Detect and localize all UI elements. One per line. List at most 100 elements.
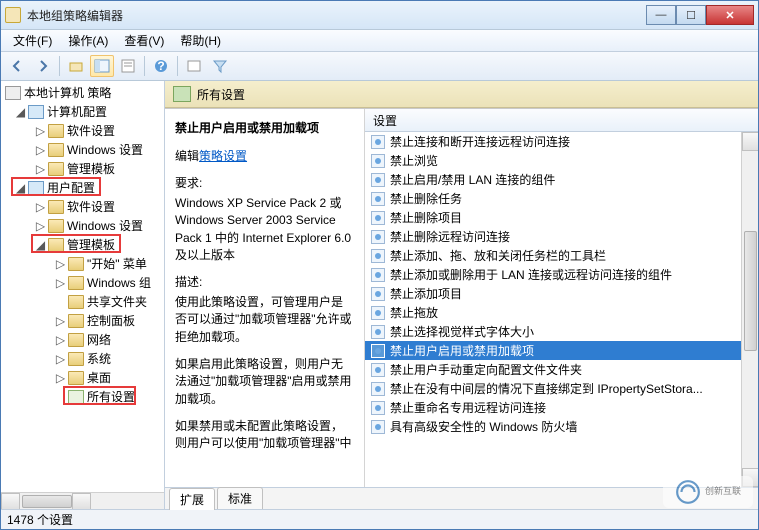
tree[interactable]: 本地计算机 策略 ◢ 计算机配置 ▷ 软件设置 ▷ Windows 设置 <box>1 81 164 509</box>
tree-uc-software[interactable]: ▷ 软件设置 <box>1 197 164 216</box>
list-item-label: 禁止浏览 <box>390 152 438 169</box>
menu-view[interactable]: 查看(V) <box>116 30 172 51</box>
filter-options-button[interactable] <box>182 55 206 77</box>
list-item[interactable]: 禁止连接和断开连接远程访问连接 <box>365 132 758 151</box>
list-item[interactable]: 禁止添加、拖、放和关闭任务栏的工具栏 <box>365 246 758 265</box>
tab-extended[interactable]: 扩展 <box>169 488 215 510</box>
config-icon <box>28 105 44 119</box>
svg-text:?: ? <box>157 59 164 73</box>
expand-icon[interactable]: ▷ <box>35 163 46 174</box>
collapse-icon[interactable]: ◢ <box>35 239 46 250</box>
list-item[interactable]: 具有高级安全性的 Windows 防火墙 <box>365 417 758 436</box>
help-button[interactable]: ? <box>149 55 173 77</box>
expand-icon[interactable]: ▷ <box>55 258 66 269</box>
tree-user-config[interactable]: ◢ 用户配置 <box>1 178 164 197</box>
list-item[interactable]: 禁止删除任务 <box>365 189 758 208</box>
expand-icon[interactable]: ▷ <box>55 334 66 345</box>
tree-cc-software[interactable]: ▷ 软件设置 <box>1 121 164 140</box>
tree-label: 软件设置 <box>67 198 115 215</box>
watermark-text: 创新互联 <box>705 487 741 497</box>
back-button[interactable] <box>5 55 29 77</box>
policy-icon <box>371 268 385 282</box>
list-item[interactable]: 禁止添加或删除用于 LAN 连接或远程访问连接的组件 <box>365 265 758 284</box>
menu-action[interactable]: 操作(A) <box>60 30 116 51</box>
filter-button[interactable] <box>208 55 232 77</box>
up-button[interactable] <box>64 55 88 77</box>
list-item[interactable]: 禁止删除远程访问连接 <box>365 227 758 246</box>
tree-all-settings[interactable]: ▷ 所有设置 <box>1 387 164 406</box>
list-item[interactable]: 禁止浏览 <box>365 151 758 170</box>
content-area: 本地计算机 策略 ◢ 计算机配置 ▷ 软件设置 ▷ Windows 设置 <box>1 81 758 509</box>
tree-uc-admin[interactable]: ◢ 管理模板 <box>1 235 164 254</box>
minimize-button[interactable]: — <box>646 5 676 25</box>
maximize-button[interactable]: ☐ <box>676 5 706 25</box>
list-item[interactable]: 禁止重命名专用远程访问连接 <box>365 398 758 417</box>
description-text-3: 如果禁用或未配置此策略设置，则用户可以使用"加载项管理器"中 <box>175 418 354 453</box>
tree-label: 系统 <box>87 350 111 367</box>
status-text: 1478 个设置 <box>7 511 73 528</box>
policy-icon <box>371 344 385 358</box>
list-item-label: 禁止启用/禁用 LAN 连接的组件 <box>390 171 555 188</box>
tree-uc-windows[interactable]: ▷ Windows 设置 <box>1 216 164 235</box>
vertical-scrollbar[interactable] <box>741 132 758 487</box>
tree-cc-admin[interactable]: ▷ 管理模板 <box>1 159 164 178</box>
list-item[interactable]: 禁止启用/禁用 LAN 连接的组件 <box>365 170 758 189</box>
expand-icon[interactable]: ▷ <box>35 201 46 212</box>
description-text-1: 使用此策略设置，可管理用户是否可以通过"加载项管理器"允许或拒绝加载项。 <box>175 294 354 346</box>
expand-icon[interactable]: ▷ <box>35 125 46 136</box>
expand-icon[interactable]: ▷ <box>55 277 66 288</box>
settings-icon <box>68 390 84 404</box>
list-item[interactable]: 禁止在没有中间层的情况下直接绑定到 IPropertySetStora... <box>365 379 758 398</box>
tree-shared-folders[interactable]: ▷ 共享文件夹 <box>1 292 164 311</box>
properties-button[interactable] <box>116 55 140 77</box>
edit-policy-link[interactable]: 策略设置 <box>199 149 247 163</box>
tree-control-panel[interactable]: ▷ 控制面板 <box>1 311 164 330</box>
expand-icon[interactable]: ▷ <box>55 372 66 383</box>
policy-icon <box>371 325 385 339</box>
tree-label: 管理模板 <box>67 236 115 253</box>
expand-icon[interactable]: ▷ <box>55 353 66 364</box>
list-item[interactable]: 禁止选择视觉样式字体大小 <box>365 322 758 341</box>
tree-panel: 本地计算机 策略 ◢ 计算机配置 ▷ 软件设置 ▷ Windows 设置 <box>1 81 165 509</box>
tree-network[interactable]: ▷ 网络 <box>1 330 164 349</box>
list-item-label: 禁止用户启用或禁用加载项 <box>390 342 534 359</box>
list-item-label: 具有高级安全性的 Windows 防火墙 <box>390 418 577 435</box>
policy-icon <box>371 135 385 149</box>
tree-cc-windows[interactable]: ▷ Windows 设置 <box>1 140 164 159</box>
list-column-header[interactable]: 设置 <box>365 109 758 132</box>
show-tree-button[interactable] <box>90 55 114 77</box>
tree-computer-config[interactable]: ◢ 计算机配置 <box>1 102 164 121</box>
forward-button[interactable] <box>31 55 55 77</box>
statusbar: 1478 个设置 <box>1 509 758 529</box>
list-item[interactable]: 禁止用户启用或禁用加载项 <box>365 341 758 360</box>
tree-desktop[interactable]: ▷ 桌面 <box>1 368 164 387</box>
tree-system[interactable]: ▷ 系统 <box>1 349 164 368</box>
tree-windows-comp[interactable]: ▷ Windows 组 <box>1 273 164 292</box>
folder-icon <box>68 314 84 328</box>
collapse-icon[interactable]: ◢ <box>15 106 26 117</box>
menubar: 文件(F) 操作(A) 查看(V) 帮助(H) <box>1 30 758 52</box>
expand-icon[interactable]: ▷ <box>55 315 66 326</box>
collapse-icon[interactable]: ◢ <box>15 182 26 193</box>
horizontal-scrollbar[interactable] <box>1 492 164 509</box>
close-button[interactable]: ✕ <box>706 5 754 25</box>
settings-list[interactable]: 禁止连接和断开连接远程访问连接禁止浏览禁止启用/禁用 LAN 连接的组件禁止删除… <box>365 132 758 487</box>
tab-standard[interactable]: 标准 <box>217 487 263 509</box>
list-item[interactable]: 禁止用户手动重定向配置文件文件夹 <box>365 360 758 379</box>
list-item[interactable]: 禁止添加项目 <box>365 284 758 303</box>
list-item[interactable]: 禁止删除项目 <box>365 208 758 227</box>
policy-icon <box>371 287 385 301</box>
expand-icon[interactable]: ▷ <box>35 144 46 155</box>
tree-label: 共享文件夹 <box>87 293 147 310</box>
menu-file[interactable]: 文件(F) <box>5 30 60 51</box>
policy-title: 禁止用户启用或禁用加载项 <box>175 119 354 136</box>
tree-root[interactable]: 本地计算机 策略 <box>1 83 164 102</box>
tree-start-menu[interactable]: ▷ "开始" 菜单 <box>1 254 164 273</box>
right-header-title: 所有设置 <box>197 86 245 103</box>
tree-label: Windows 设置 <box>67 141 143 158</box>
menu-help[interactable]: 帮助(H) <box>172 30 229 51</box>
list-item[interactable]: 禁止拖放 <box>365 303 758 322</box>
tree-label: 控制面板 <box>87 312 135 329</box>
policy-icon <box>371 154 385 168</box>
expand-icon[interactable]: ▷ <box>35 220 46 231</box>
